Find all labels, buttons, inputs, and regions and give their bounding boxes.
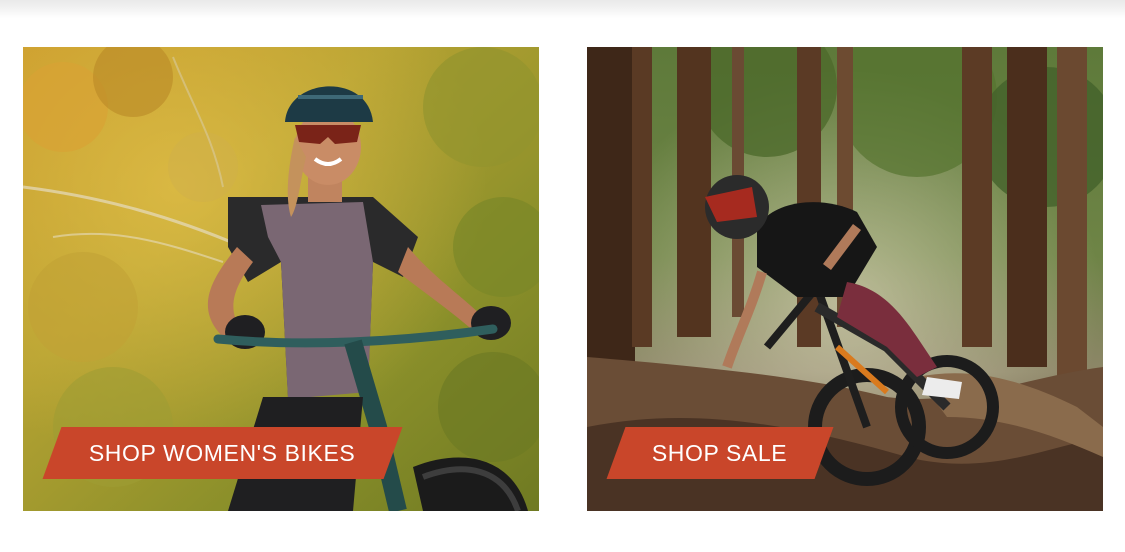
promo-row: SHOP WOMEN'S BIKES SHOP SALE <box>0 0 1125 552</box>
shop-sale-button[interactable]: SHOP SALE <box>606 427 834 479</box>
shop-sale-label: SHOP SALE <box>652 439 788 466</box>
promo-card-sale[interactable]: SHOP SALE <box>587 47 1103 511</box>
promo-card-womens-bikes[interactable]: SHOP WOMEN'S BIKES <box>23 47 539 511</box>
shop-womens-bikes-button[interactable]: SHOP WOMEN'S BIKES <box>42 427 403 479</box>
shop-womens-bikes-label: SHOP WOMEN'S BIKES <box>89 439 356 466</box>
